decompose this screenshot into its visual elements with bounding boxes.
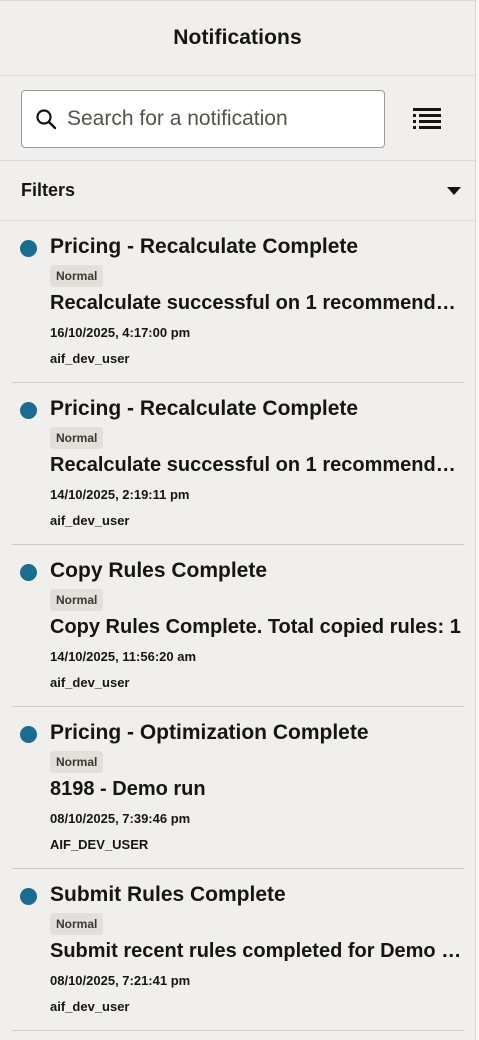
filters-label: Filters (21, 180, 76, 200)
unread-dot-icon (20, 564, 37, 581)
priority-badge: Normal (50, 751, 104, 773)
unread-dot-icon (20, 888, 37, 905)
notification-item[interactable]: Pricing - Recalculate Complete Normal Re… (12, 383, 464, 545)
notification-user: aif_dev_user (50, 351, 130, 366)
notification-item[interactable]: Pricing - Optimization Complete Normal 8… (12, 707, 464, 869)
priority-badge: Normal (50, 427, 104, 449)
notification-title: Pricing - Optimization Complete (50, 721, 369, 744)
notification-user: aif_dev_user (50, 513, 130, 528)
notification-timestamp: 14/10/2025, 11:56:20 am (50, 649, 197, 664)
notification-message: Recalculate successful on 1 recommendati… (50, 454, 462, 476)
notification-message: 8198 - Demo run (50, 778, 206, 800)
notification-list: Pricing - Recalculate Complete Normal Re… (0, 221, 475, 1031)
unread-dot-icon (20, 726, 37, 743)
priority-badge: Normal (50, 589, 104, 611)
notification-title: Submit Rules Complete (50, 883, 286, 906)
search-icon (35, 108, 57, 130)
notification-item[interactable]: Pricing - Recalculate Complete Normal Re… (12, 221, 464, 383)
notification-item[interactable]: Submit Rules Complete Normal Submit rece… (12, 869, 464, 1031)
page-title: Notifications (173, 26, 302, 49)
chevron-down-icon (447, 186, 461, 195)
notification-user: AIF_DEV_USER (50, 837, 149, 852)
notification-message: Submit recent rules completed for Demo r… (50, 940, 462, 962)
notification-message: Recalculate successful on 1 recommendati… (50, 292, 462, 314)
notification-user: aif_dev_user (50, 675, 130, 690)
search-box[interactable] (21, 90, 385, 148)
filters-toggle[interactable]: Filters (0, 161, 475, 221)
notification-title: Copy Rules Complete (50, 559, 268, 582)
notification-user: aif_dev_user (50, 999, 130, 1014)
unread-dot-icon (20, 402, 37, 419)
panel-header: Notifications (0, 0, 475, 76)
notification-timestamp: 16/10/2025, 4:17:00 pm (50, 325, 191, 340)
search-row (0, 76, 475, 161)
list-view-icon[interactable] (412, 106, 442, 132)
notification-timestamp: 14/10/2025, 2:19:11 pm (50, 487, 190, 502)
notifications-panel: Notifications Filters (0, 0, 476, 1040)
notification-timestamp: 08/10/2025, 7:21:41 pm (50, 973, 191, 988)
priority-badge: Normal (50, 913, 104, 935)
notification-timestamp: 08/10/2025, 7:39:46 pm (50, 811, 191, 826)
search-input[interactable] (67, 99, 367, 139)
notification-item[interactable]: Copy Rules Complete Normal Copy Rules Co… (12, 545, 464, 707)
notification-title: Pricing - Recalculate Complete (50, 235, 359, 258)
priority-badge: Normal (50, 265, 104, 287)
notification-message: Copy Rules Complete. Total copied rules:… (50, 616, 461, 638)
unread-dot-icon (20, 240, 37, 257)
notification-title: Pricing - Recalculate Complete (50, 397, 359, 420)
